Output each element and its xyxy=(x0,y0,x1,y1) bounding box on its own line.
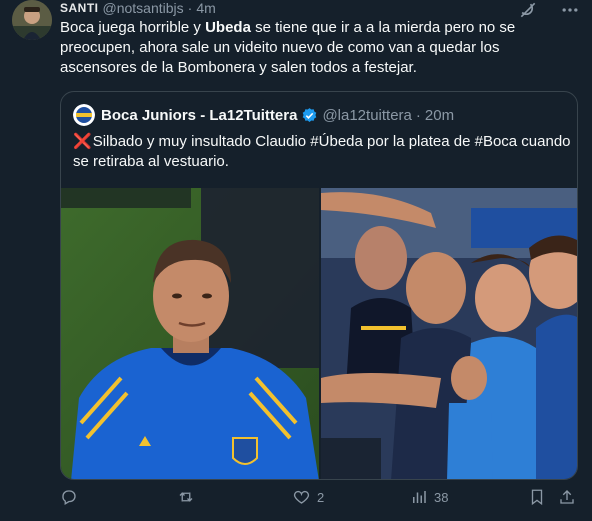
bookmark-icon xyxy=(528,488,546,506)
heart-icon xyxy=(292,488,311,506)
retweet-icon xyxy=(176,488,196,506)
share-button[interactable] xyxy=(558,488,576,506)
views-button[interactable]: 38 xyxy=(410,488,448,506)
author-avatar[interactable] xyxy=(12,0,52,40)
tweet-actions: 2 38 xyxy=(60,488,580,512)
reply-icon xyxy=(60,488,78,506)
bookmark-button[interactable] xyxy=(528,488,546,506)
tweet-top-icons xyxy=(518,0,580,20)
quoted-tweet-time[interactable]: 20m xyxy=(425,107,454,124)
quoted-tweet-text: ❌Silbado y muy insultado Claudio #Úbeda … xyxy=(73,132,573,172)
tweet[interactable]: SANTI @notsantibjs · 4m Boca juega horri… xyxy=(0,0,592,521)
photo-crowd[interactable] xyxy=(321,188,577,479)
photo-coach[interactable] xyxy=(61,188,319,479)
tweet-text: Boca juega horrible y Ubeda se tiene que… xyxy=(60,18,580,78)
retweet-button[interactable] xyxy=(176,488,202,506)
reply-button[interactable] xyxy=(60,488,84,506)
views-icon xyxy=(410,488,428,506)
separator-dot: · xyxy=(415,106,421,124)
separator-dot: · xyxy=(187,0,193,16)
quoted-author-handle[interactable]: @la12tuittera xyxy=(322,107,411,124)
views-count: 38 xyxy=(434,489,449,505)
tweet-time[interactable]: 4m xyxy=(196,0,215,16)
quoted-tweet-header: Boca Juniors - La12Tuittera @la12tuitter… xyxy=(73,104,454,126)
tweet-header: SANTI @notsantibjs · 4m xyxy=(60,0,216,16)
quoted-tweet[interactable]: Boca Juniors - La12Tuittera @la12tuitter… xyxy=(60,91,578,480)
tweet-text-part1: Boca juega horrible y xyxy=(60,19,206,36)
quoted-media xyxy=(61,188,577,479)
author-handle[interactable]: @notsantibjs xyxy=(103,0,184,16)
cross-mark-icon: ❌ xyxy=(73,133,92,150)
quoted-tweet-text-body: Silbado y muy insultado Claudio #Úbeda p… xyxy=(73,133,571,170)
quoted-author-avatar[interactable] xyxy=(73,104,95,126)
verified-badge-icon xyxy=(301,107,318,124)
tweet-text-bold: Ubeda xyxy=(205,19,251,36)
like-button[interactable]: 2 xyxy=(292,488,324,506)
like-count: 2 xyxy=(317,489,325,505)
share-icon xyxy=(558,488,576,506)
more-icon[interactable] xyxy=(560,0,580,20)
quoted-author-name[interactable]: Boca Juniors - La12Tuittera xyxy=(101,107,297,124)
grok-icon[interactable] xyxy=(518,0,538,20)
author-name[interactable]: SANTI xyxy=(60,1,99,15)
